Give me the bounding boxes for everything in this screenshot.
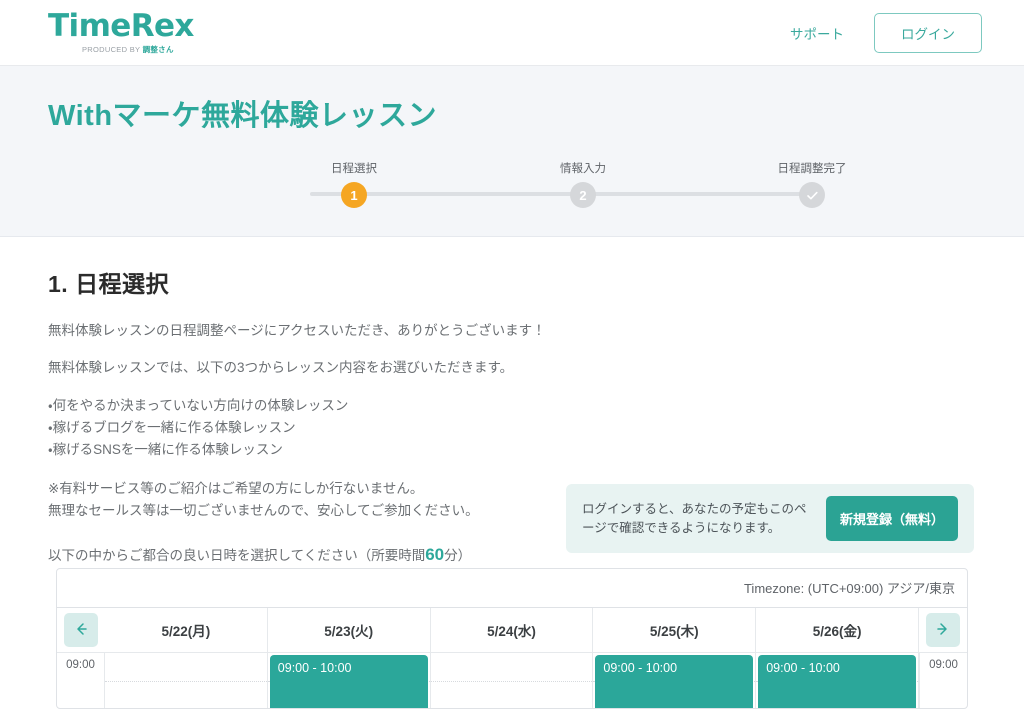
duration-minutes: 60 (425, 544, 445, 564)
intro-paragraph-2: 無料体験レッスンでは、以下の3つからレッスン内容をお選びいただきます。 (48, 359, 514, 375)
stepper-step-1: 日程選択 1 (309, 160, 399, 208)
support-link[interactable]: サポート (790, 23, 844, 43)
prev-week-cell (57, 608, 105, 652)
calendar-day-header: 5/23(火) (268, 608, 431, 652)
selection-instruction-suffix: 分） (444, 547, 472, 563)
login-button[interactable]: ログイン (874, 12, 982, 53)
signup-button[interactable]: 新規登録（無料） (825, 496, 958, 541)
top-navigation-actions: サポート ログイン (790, 12, 982, 53)
calendar-column-day-1 (105, 653, 268, 708)
list-item: ・何をやるか決まっていない方向けの体験レッスン (48, 397, 349, 413)
next-week-cell (919, 608, 967, 652)
stepper-step-1-marker: 1 (341, 182, 367, 208)
calendar-column-day-4: 09:00 - 10:00 (593, 653, 757, 708)
login-promo-banner: ログインすると、あなたの予定もこのページで確認できるようになります。 新規登録（… (566, 484, 974, 553)
timerex-logo[interactable]: TimeRex PRODUCED BY 調整さん (48, 11, 194, 54)
half-hour-divider (430, 681, 593, 682)
arrow-right-icon (935, 621, 951, 640)
selection-instruction-prefix: 以下の中からご都合の良い日時を選択してください（所要時間 (48, 547, 426, 563)
logo-tagline-brand: 調整さん (142, 45, 174, 55)
logo-wordmark: TimeRex (48, 8, 194, 45)
top-navigation-bar: TimeRex PRODUCED BY 調整さん サポート ログイン (0, 0, 1024, 66)
calendar-header-row: 5/22(月) 5/23(火) 5/24(水) 5/25(木) 5/26(金) (57, 607, 967, 652)
logo-tagline-prefix: PRODUCED BY (82, 45, 143, 55)
availability-calendar: Timezone: (UTC+09:00) アジア/東京 5/22(月) 5/2… (56, 568, 968, 709)
hour-label-left: 09:00 (57, 653, 105, 708)
calendar-slot-row: 09:00 09:00 - 10:00 09:00 - 10:00 09:00 … (57, 652, 967, 708)
stepper-step-3: 日程調整完了 (767, 160, 857, 208)
time-slot-button[interactable]: 09:00 - 10:00 (269, 655, 428, 708)
progress-stepper: 日程選択 1 情報入力 2 日程調整完了 (167, 160, 857, 208)
lesson-options-list: ・何をやるか決まっていない方向けの体験レッスン ・稼げるブログを一緒に作る体験レ… (48, 395, 976, 461)
calendar-column-day-2: 09:00 - 10:00 (267, 653, 431, 708)
calendar-day-header: 5/26(金) (756, 608, 919, 652)
calendar-day-header: 5/22(月) (105, 608, 268, 652)
calendar-column-day-5: 09:00 - 10:00 (756, 653, 919, 708)
stepper-step-2-label: 情報入力 (560, 163, 606, 175)
stepper-step-2: 情報入力 2 (538, 160, 628, 208)
check-icon (805, 188, 820, 203)
list-item: ・稼げるブログを一緒に作る体験レッスン (48, 419, 296, 435)
logo-tagline: PRODUCED BY 調整さん (82, 46, 174, 54)
event-title: Withマーケ無料体験レッスン (48, 100, 438, 132)
stepper-step-3-label: 日程調整完了 (777, 163, 847, 175)
stepper-step-1-label: 日程選択 (331, 163, 377, 175)
stepper-step-2-marker: 2 (570, 182, 596, 208)
calendar-day-header: 5/24(水) (431, 608, 594, 652)
calendar-day-header: 5/25(木) (593, 608, 757, 652)
page-title: 1. 日程選択 (48, 271, 170, 297)
login-promo-text: ログインすると、あなたの予定もこのページで確認できるようになります。 (582, 501, 807, 535)
timezone-label: Timezone: (UTC+09:00) アジア/東京 (743, 581, 955, 596)
half-hour-divider (105, 681, 267, 682)
calendar-column-day-3 (430, 653, 594, 708)
time-slot-button[interactable]: 09:00 - 10:00 (595, 655, 754, 708)
hour-label-right: 09:00 (919, 653, 967, 708)
stepper-step-3-marker (799, 182, 825, 208)
prev-week-button[interactable] (64, 613, 98, 647)
hero-banner: Withマーケ無料体験レッスン 日程選択 1 情報入力 2 日程調整完了 (0, 66, 1024, 237)
intro-paragraph-1: 無料体験レッスンの日程調整ページにアクセスいただき、ありがとうございます！ (48, 323, 546, 338)
time-slot-button[interactable]: 09:00 - 10:00 (758, 655, 916, 708)
arrow-left-icon (73, 621, 89, 640)
next-week-button[interactable] (926, 613, 960, 647)
list-item: ・稼げるSNSを一緒に作る体験レッスン (48, 441, 283, 457)
